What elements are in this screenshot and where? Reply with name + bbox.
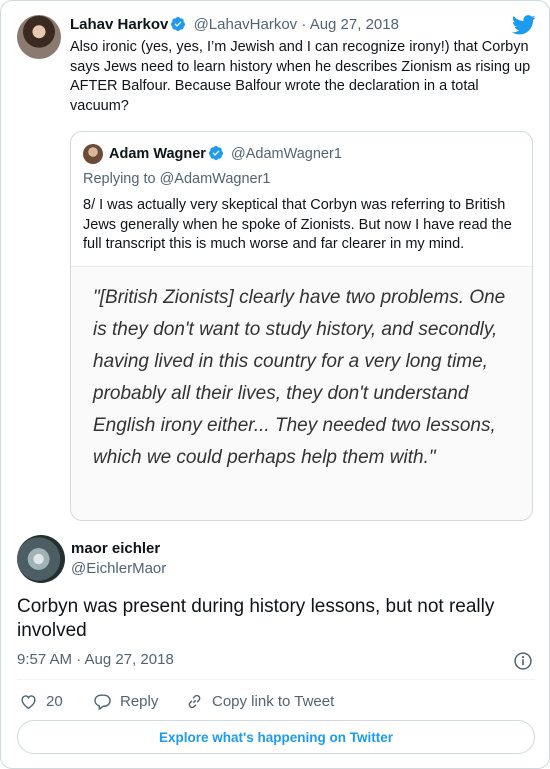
copy-link-label: Copy link to Tweet xyxy=(212,692,335,710)
avatar-adam-wagner xyxy=(83,144,103,164)
image-quote-text: "[British Zionists] clearly have two pro… xyxy=(93,287,506,468)
header-separator: · xyxy=(301,16,307,33)
twitter-bird-icon[interactable] xyxy=(512,15,536,35)
author-handle[interactable]: @LahavHarkov xyxy=(194,16,298,33)
info-icon[interactable] xyxy=(513,651,533,671)
parent-tweet-header: Lahav Harkov @LahavHarkov · Aug 27, 2018 xyxy=(70,16,399,36)
reply-tweet-text: Corbyn was present during history lesson… xyxy=(17,596,495,641)
avatar-lahav-harkov[interactable] xyxy=(17,15,61,59)
like-button[interactable]: 20 xyxy=(19,690,63,712)
divider xyxy=(17,679,535,680)
quoted-tweet-header: Adam Wagner @AdamWagner1 xyxy=(109,145,342,162)
reply-author-handle[interactable]: @EichlerMaor xyxy=(71,560,166,577)
copy-link-button[interactable]: Copy link to Tweet xyxy=(185,690,334,712)
tweet-date[interactable]: Aug 27, 2018 xyxy=(310,16,399,33)
author-name[interactable]: Lahav Harkov xyxy=(70,16,168,33)
avatar-maor-eichler[interactable] xyxy=(17,535,65,583)
heart-icon xyxy=(21,694,36,709)
quoted-author-name: Adam Wagner xyxy=(109,146,206,162)
verified-badge-icon xyxy=(171,17,186,31)
quoted-author-handle: @AdamWagner1 xyxy=(230,146,342,162)
reply-label: Reply xyxy=(120,692,159,710)
reply-bubble-icon xyxy=(94,693,111,710)
reply-button[interactable]: Reply xyxy=(93,690,158,712)
quoted-tweet-text: 8/ I was actually very skeptical that Co… xyxy=(83,197,512,252)
quoted-tweet[interactable]: Adam Wagner @AdamWagner1 Replying to @Ad… xyxy=(70,131,533,521)
verified-badge-icon xyxy=(208,146,223,160)
replying-to-line: Replying to @AdamWagner1 xyxy=(83,171,271,187)
tweet-embed-card: Lahav Harkov @LahavHarkov · Aug 27, 2018… xyxy=(0,0,550,769)
reply-author-name[interactable]: maor eichler xyxy=(71,540,160,557)
link-icon xyxy=(188,694,201,708)
reply-timestamp[interactable]: 9:57 AM · Aug 27, 2018 xyxy=(17,651,174,668)
parent-tweet-text: Also ironic (yes, yes, I’m Jewish and I … xyxy=(70,39,531,114)
explore-twitter-button[interactable]: Explore what's happening on Twitter xyxy=(17,720,535,754)
like-count: 20 xyxy=(46,692,63,710)
